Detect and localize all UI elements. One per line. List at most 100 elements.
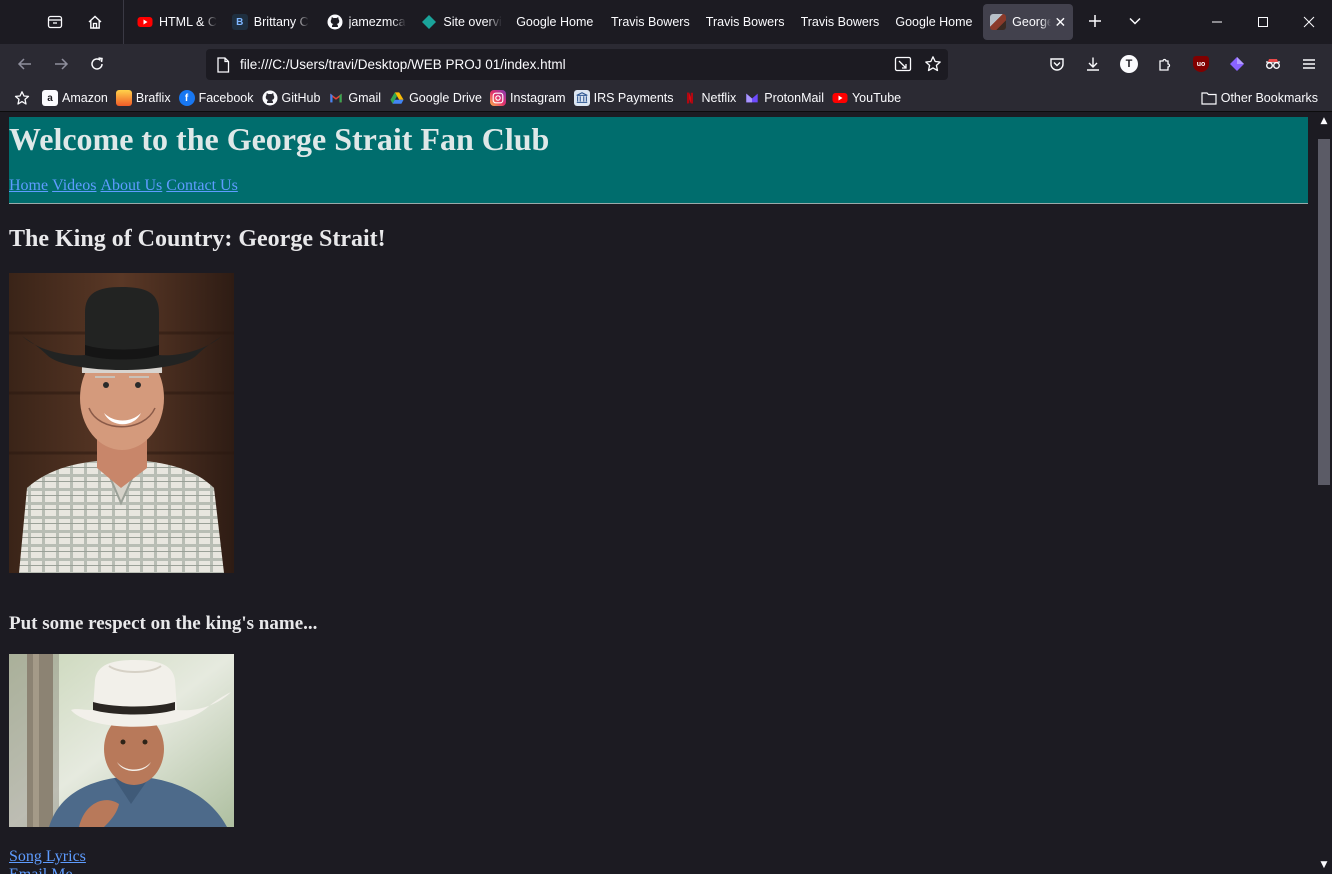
page-heading: The King of Country: George Strait! [9, 226, 386, 252]
close-window-button[interactable] [1286, 0, 1332, 44]
ublock-icon: uo [1193, 56, 1209, 72]
bookmark-label: YouTube [851, 91, 902, 105]
tab-title: Brittany C [253, 15, 309, 29]
tab-title: Travis Bowers [705, 15, 785, 29]
bookmark-irs-payments[interactable]: IRS Payments [570, 88, 678, 108]
bookmark-google-drive[interactable]: Google Drive [385, 88, 486, 108]
tab-travis-bowers[interactable]: Travis Bowers [699, 4, 794, 40]
plus-icon [1089, 15, 1101, 27]
george-strait-portrait-image [9, 273, 234, 573]
bookmark-facebook[interactable]: f Facebook [175, 88, 258, 108]
tab-title: Travis Bowers [610, 15, 690, 29]
tab-travis-bowers[interactable]: Travis Bowers [604, 4, 699, 40]
google-drive-icon [389, 90, 405, 106]
other-bookmarks-folder[interactable]: Other Bookmarks [1197, 88, 1322, 108]
reload-button[interactable] [82, 49, 112, 79]
tab-title: HTML & C [159, 15, 217, 29]
bookmark-gmail[interactable]: Gmail [324, 88, 385, 108]
tab-title: Google Home [895, 15, 973, 29]
bookmark-manage[interactable] [10, 88, 38, 108]
george-strait-young-image [9, 654, 234, 827]
account-button[interactable]: T [1114, 49, 1144, 79]
scroll-up-arrow-icon[interactable]: ▲ [1319, 116, 1329, 126]
nav-link-home[interactable]: Home [9, 177, 48, 195]
irs-icon [573, 90, 590, 106]
bookmark-braflix[interactable]: Braflix [112, 88, 175, 108]
downloads-button[interactable] [1078, 49, 1108, 79]
vertical-scrollbar[interactable]: ▲ ▼ [1316, 113, 1332, 874]
ublock-button[interactable]: uo [1186, 49, 1216, 79]
nav-link-videos[interactable]: Videos [52, 177, 96, 195]
extension-diamond-button[interactable] [1222, 49, 1252, 79]
address-bar[interactable]: file:///C:/Users/travi/Desktop/WEB PROJ … [206, 49, 948, 80]
bookmark-label: ProtonMail [764, 91, 824, 105]
nav-link-about-us[interactable]: About Us [100, 177, 162, 195]
tab-google-home[interactable]: Google Home [888, 4, 983, 40]
back-button[interactable] [10, 49, 40, 79]
github-icon [327, 14, 343, 30]
url-text[interactable]: file:///C:/Users/travi/Desktop/WEB PROJ … [240, 57, 566, 72]
maximize-button[interactable] [1240, 0, 1286, 44]
bookmark-label: Netflix [701, 91, 737, 105]
bookmark-label: Amazon [62, 91, 108, 105]
window-controls [1194, 0, 1332, 44]
bookmark-protonmail[interactable]: ProtonMail [740, 88, 828, 108]
photo-icon [990, 14, 1007, 30]
bookmark-amazon[interactable]: a Amazon [38, 88, 112, 108]
forward-button[interactable] [46, 49, 76, 79]
pocket-button[interactable] [1042, 49, 1072, 79]
song-lyrics-link[interactable]: Song Lyrics [9, 848, 86, 866]
tab-travis-bowers[interactable]: Travis Bowers [794, 4, 889, 40]
bookmark-star-icon[interactable] [924, 55, 942, 73]
app-menu-button[interactable] [1294, 49, 1324, 79]
nav-link-contact-us[interactable]: Contact Us [166, 177, 238, 195]
firefox-view-button[interactable] [40, 7, 70, 37]
close-tab-icon[interactable]: ✕ [1051, 14, 1066, 31]
back-arrow-icon [17, 58, 31, 70]
hamburger-menu-icon [1303, 59, 1315, 69]
extensions-button[interactable] [1150, 49, 1180, 79]
minimize-button[interactable] [1194, 0, 1240, 44]
tab-brittany[interactable]: B Brittany C [225, 4, 320, 40]
bookmark-label: Braflix [135, 91, 171, 105]
tab-title: Travis Bowers [800, 15, 880, 29]
scrollbar-thumb[interactable] [1318, 139, 1330, 485]
home-button[interactable] [80, 7, 110, 37]
scroll-down-arrow-icon[interactable]: ▼ [1319, 860, 1329, 870]
bookmark-netflix[interactable]: Netflix [678, 88, 741, 108]
bookmarks-toolbar: a Amazon Braflix f Facebook GitHub Gmail… [0, 84, 1332, 112]
email-me-link[interactable]: Email Me [9, 866, 73, 874]
site-header: Welcome to the George Strait Fan Club Ho… [9, 117, 1308, 204]
tab-george-active[interactable]: George ✕ [983, 4, 1074, 40]
forward-arrow-icon [55, 58, 69, 70]
site-nav: Home Videos About Us Contact Us [9, 177, 238, 195]
extension-glasses-button[interactable] [1258, 49, 1288, 79]
bookmark-label: Google Drive [409, 91, 483, 105]
instagram-icon [490, 90, 507, 106]
tab-html-css[interactable]: HTML & C [130, 4, 225, 40]
spy-glasses-icon [1266, 59, 1280, 69]
page-subheading: Put some respect on the king's name... [9, 613, 318, 634]
reload-icon [91, 57, 103, 70]
tab-google-home[interactable]: Google Home [509, 4, 604, 40]
youtube-icon [137, 14, 153, 30]
tab-site-overview[interactable]: Site overvi [414, 4, 509, 40]
folder-icon [1201, 92, 1217, 105]
new-tab-button[interactable] [1080, 6, 1110, 36]
bookmark-youtube[interactable]: YouTube [828, 88, 905, 108]
bookmark-instagram[interactable]: Instagram [486, 88, 570, 108]
url-bar-actions [894, 55, 942, 73]
reader-view-icon[interactable] [894, 55, 912, 73]
star-list-icon [14, 91, 30, 105]
braflix-icon [115, 90, 132, 106]
b-icon: B [231, 14, 248, 30]
puzzle-icon [1159, 58, 1171, 71]
tab-jamezmca[interactable]: jamezmca [320, 4, 415, 40]
close-icon [1303, 16, 1315, 28]
diamond-icon [421, 14, 437, 30]
home-icon [88, 15, 102, 29]
toolbar-right: T uo [1042, 49, 1324, 79]
list-all-tabs-button[interactable] [1120, 6, 1150, 36]
facebook-icon: f [178, 90, 195, 106]
bookmark-github[interactable]: GitHub [258, 88, 325, 108]
